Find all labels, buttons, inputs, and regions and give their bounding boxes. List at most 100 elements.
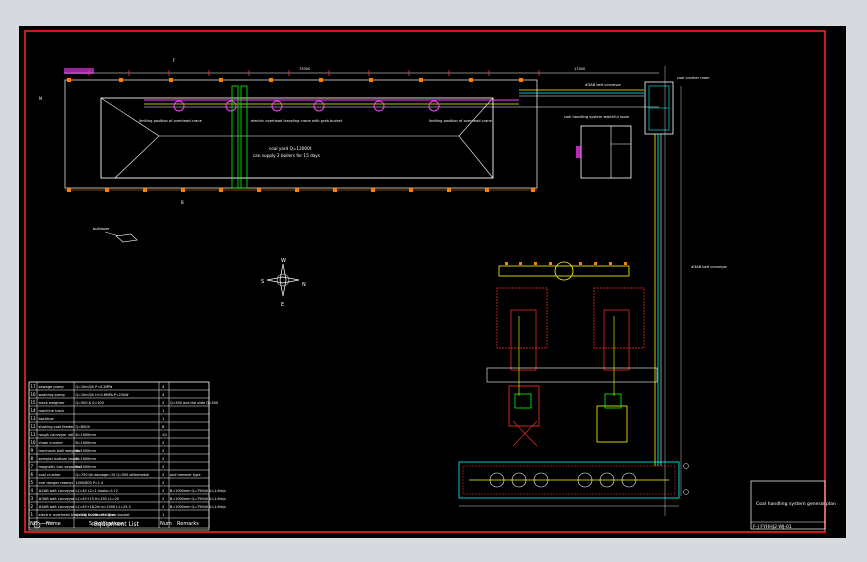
svg-text:17400: 17400 — [574, 67, 585, 71]
compass-e-label: E — [281, 302, 284, 308]
equipment-row-name: shaking coal feeder — [39, 425, 75, 429]
equipment-row-no: 8 — [31, 456, 34, 461]
equipment-row-no: 10 — [31, 440, 37, 445]
equipment-row-spec: Q=500 & 0=100 — [76, 401, 104, 405]
equipment-header-cell: Remarks — [177, 521, 199, 527]
conveyor-right-label: #3AB belt conveyor — [691, 265, 728, 269]
equipment-row-name: track weighter — [39, 401, 66, 405]
equipment-row-spec: B=1000mm — [76, 449, 97, 453]
drawing-border — [24, 30, 826, 533]
conveyor-top-label: #3AB belt conveyor — [585, 83, 622, 87]
equipment-row-num: 10 — [162, 432, 167, 437]
equipment-row-spec: B=1000mm — [76, 465, 97, 469]
grid-marker-top: F — [173, 58, 176, 63]
control-room-label: coal handling system watchful room — [564, 115, 630, 119]
coal-yard-plan: 72000 17400 — [64, 67, 659, 192]
yard-capacity-label: coal yard Q=12000t — [269, 146, 312, 151]
equipment-row-no: 14 — [31, 408, 37, 413]
equipment-row-name: coal crusher — [39, 473, 62, 477]
grid-marker-left: N — [39, 96, 42, 101]
crane-limit-left-label: limiting position of overhead crane — [139, 119, 203, 123]
equipment-row-no: 15 — [31, 400, 37, 405]
equipment-row-no: 7 — [31, 464, 34, 469]
equipment-row-no: 16 — [31, 392, 37, 397]
svg-text:72000: 72000 — [299, 67, 310, 71]
equipment-row-name: backhoe — [39, 417, 55, 421]
equipment-row-spec: B=1000mm — [76, 457, 97, 461]
yard-supply-label: can supply 2 boilers for 15 days — [253, 153, 320, 158]
bulldozer-label: bulldozer — [93, 227, 110, 231]
equipment-row-no: 13 — [31, 416, 37, 421]
equipment-row-num: 2 — [162, 464, 165, 469]
grid-marker-bottom: B — [181, 200, 184, 205]
equipment-row-spec: Q=10t S=28m H=30m — [76, 513, 116, 517]
equipment-row-name: #4AB belt conveyor — [39, 505, 76, 509]
equipment-row-no: 9 — [31, 448, 34, 453]
equipment-row-name: washing pump — [39, 393, 66, 397]
equipment-row-num: 2 — [162, 440, 165, 445]
equipment-row-num: 2 — [162, 456, 165, 461]
equipment-row-remarks: Q=500 and the slide Q=500 — [170, 401, 218, 405]
equipment-row-spec: B=1000mm — [76, 441, 97, 445]
transfer-towers — [486, 261, 658, 447]
compass-s-label: S — [261, 279, 264, 285]
equipment-row-no: 17 — [31, 384, 37, 389]
equipment-row-remarks: B=1000mm Q=750t/h V=1.6m/s — [170, 505, 226, 509]
equipment-row-num: 1 — [162, 416, 165, 421]
equipment-row-num: 2 — [162, 400, 165, 405]
compass-rose — [266, 263, 300, 297]
equipment-row-remarks: B=1000mm Q=750t/h V=1.6m/s — [170, 497, 226, 501]
equipment-row-num: 2 — [162, 480, 165, 485]
cad-drawing-svg: 72000 17400 coal yard Q=12000t can suppl… — [24, 30, 836, 533]
crusher-room-label: coal crusher room — [677, 76, 710, 80]
equipment-header-cell: Name — [46, 521, 61, 527]
equipment-row-spec: Q=80t/h — [76, 425, 90, 429]
equipment-row-num: 2 — [162, 496, 165, 501]
equipment-row-name: #3AB belt conveyor — [39, 497, 76, 501]
conveyor-line — [519, 66, 682, 516]
equipment-row-spec: 1000/800 P=1.5 — [76, 481, 104, 485]
equipment-row-no: 3 — [31, 496, 34, 501]
equipment-row-no: 5 — [31, 480, 34, 485]
equipment-row-num: 8 — [162, 424, 165, 429]
equipment-row-remarks: B=1000mm Q=750t/h V=1.6m/s — [170, 489, 226, 493]
equipment-row-spec: L1=40+18.2m b=1000 L1=25.3 — [76, 505, 131, 509]
equipment-row-num: 4 — [162, 392, 165, 397]
compass-w-label: W — [281, 258, 286, 264]
equipment-row-num: 1 — [162, 512, 165, 517]
equipment-row-num: 2 — [162, 448, 165, 453]
equipment-list-caption: Equipment List — [94, 521, 140, 528]
equipment-row-spec: L1=40 L2=1 hooks=1+2 — [76, 489, 118, 493]
crane-limit-right-label: limiting position of overhead crane — [429, 119, 493, 123]
equipment-row-name: sampler bottom board — [39, 457, 79, 461]
compass-n-label: N — [302, 282, 306, 288]
equipment-row-spec: Q=10m3/h P=0.2MPa — [76, 385, 113, 389]
equipment-row-name: rough conveyor roll — [39, 433, 74, 437]
equipment-row-spec: Q=10m3/h H=0.8MPa P=22kW — [76, 393, 130, 397]
equipment-row-no: 1 — [31, 512, 34, 517]
equipment-row-num: 2 — [162, 488, 165, 493]
equipment-row-remarks: and hammer type — [170, 473, 200, 477]
equipment-row-name: chain crusher — [39, 441, 64, 445]
equipment-row-num: 1 — [162, 408, 165, 413]
equipment-row-no: 2 — [31, 504, 34, 509]
equipment-row-num: 2 — [162, 504, 165, 509]
equipment-row-num: 4 — [162, 384, 165, 389]
equipment-row-spec: L1=40+15 H=250 L1=20 — [76, 497, 120, 501]
equipment-row-no: 4 — [31, 488, 34, 493]
equipment-row-name: #2AB belt conveyor — [39, 489, 76, 493]
watchful-room — [576, 125, 632, 179]
title-block-drawing-no: F-J FYHHJ2-WJ-01 — [753, 524, 792, 530]
crane-mid-label: electric overhead traveling crane with g… — [251, 119, 343, 123]
equipment-row-no: 6 — [31, 472, 34, 477]
bottom-tunnel — [458, 461, 689, 507]
bulldozer-symbol — [104, 231, 138, 243]
equipment-row-no: 12 — [31, 424, 37, 429]
equipment-row-name: sewage pump — [39, 385, 65, 389]
equipment-row-num: 2 — [162, 472, 165, 477]
equipment-row-name: machine track — [39, 409, 66, 413]
equipment-row-spec: B=1000mm — [76, 433, 97, 437]
equipment-header-cell: Num — [160, 521, 172, 527]
equipment-list-table: 17 sewage pump Q=10m3/h P=0.2MPa 416 washing… — [28, 381, 226, 531]
equipment-row-no: 11 — [31, 432, 37, 437]
